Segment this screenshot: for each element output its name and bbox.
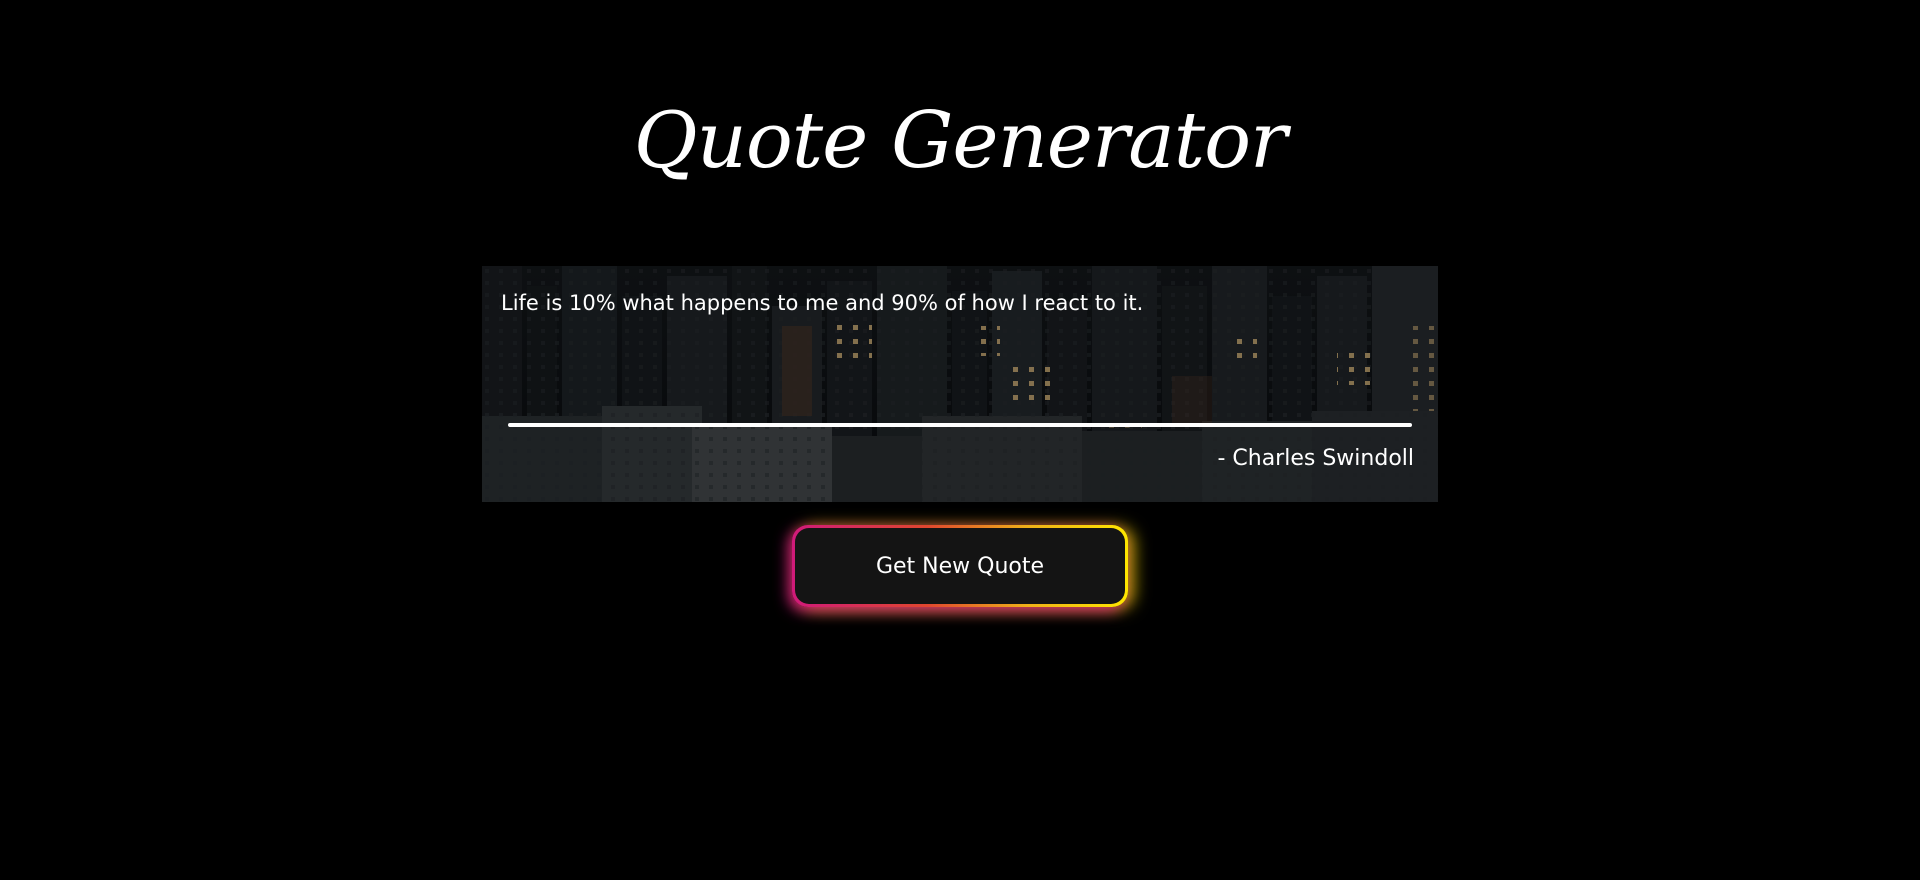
quote-author: - Charles Swindoll bbox=[1217, 446, 1414, 471]
quote-divider bbox=[508, 423, 1412, 427]
page: Quote Generator Life is 10% what happens… bbox=[0, 0, 1920, 880]
quote-text: Life is 10% what happens to me and 90% o… bbox=[501, 291, 1144, 315]
page-title: Quote Generator bbox=[633, 96, 1288, 186]
new-quote-button-glow: Get New Quote bbox=[792, 525, 1128, 607]
get-new-quote-button[interactable]: Get New Quote bbox=[795, 528, 1125, 604]
